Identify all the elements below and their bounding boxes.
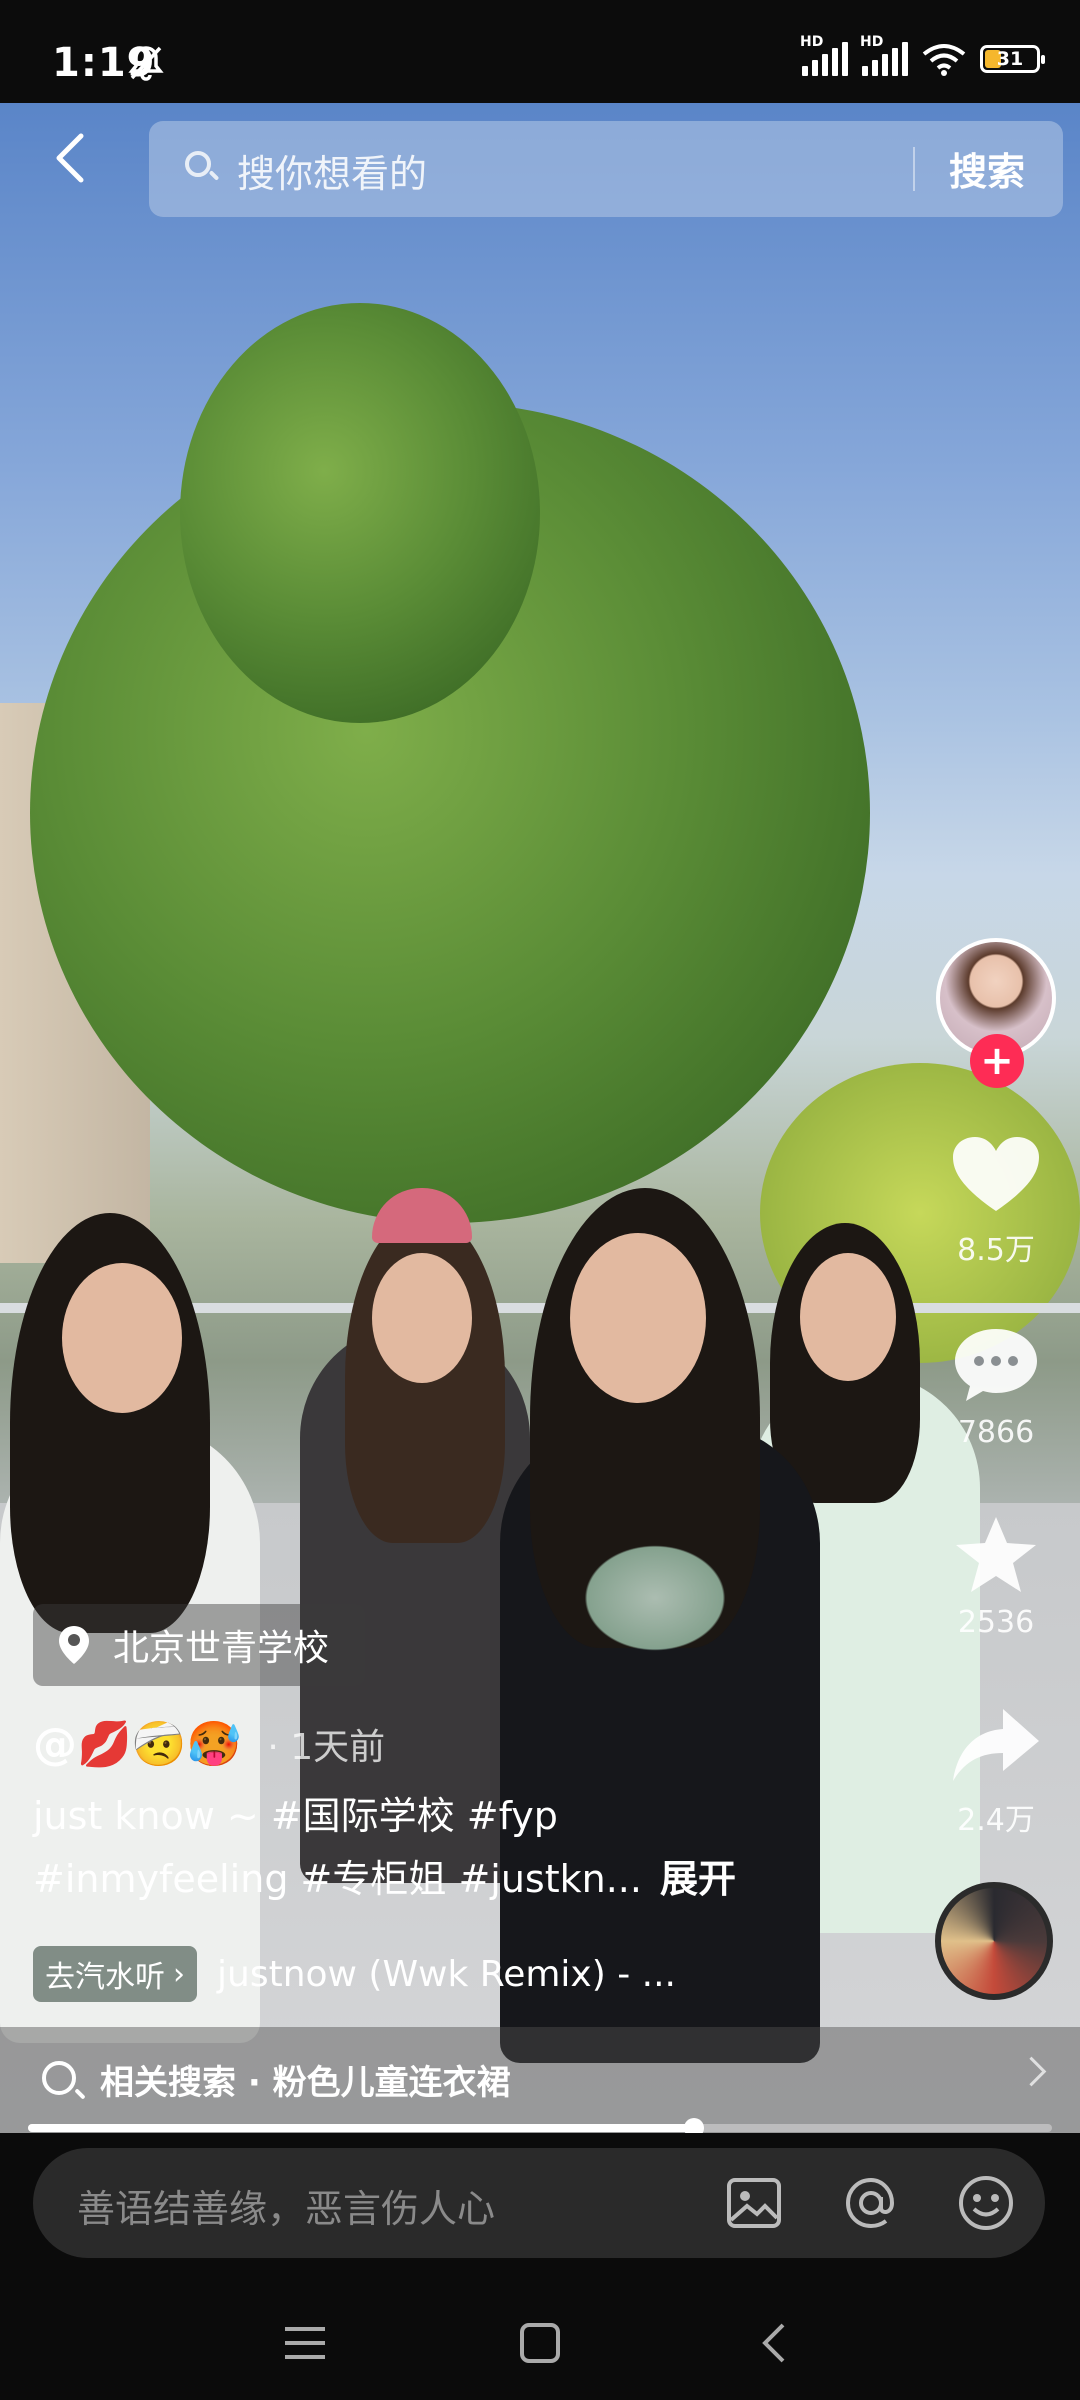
comment-icon xyxy=(955,1329,1037,1401)
comment-count: 7866 xyxy=(957,1415,1035,1450)
image-icon[interactable] xyxy=(723,2172,785,2234)
wifi-icon xyxy=(922,44,966,76)
caption-line-1[interactable]: just know ~ #国际学校 #fyp xyxy=(33,1792,558,1841)
mute-bell-icon xyxy=(128,46,164,81)
plus-icon: + xyxy=(980,1038,1014,1084)
star-icon xyxy=(956,1517,1036,1592)
battery-icon: 31 xyxy=(980,45,1045,73)
music-badge-label: 去汽水听 xyxy=(45,1960,165,1995)
caption-line-2[interactable]: #inmyfeeling #专柜姐 #justkn... 展开 xyxy=(33,1855,736,1904)
search-divider xyxy=(913,147,915,191)
signal-icon-1: HD xyxy=(800,34,848,76)
music-source-badge[interactable]: 去汽水听 › xyxy=(33,1946,197,2002)
signal-icon-2: HD xyxy=(860,34,908,76)
author-handle[interactable]: @💋🤕🥵 xyxy=(33,1718,241,1770)
favorite-count: 2536 xyxy=(957,1605,1035,1640)
video-progress-bar[interactable] xyxy=(28,2118,1052,2138)
bottom-area: 善语结善缘，恶言伤人心 xyxy=(0,2133,1080,2400)
back-icon[interactable] xyxy=(745,2313,805,2373)
shirt-logo xyxy=(575,1538,735,1658)
share-icon xyxy=(953,1709,1039,1781)
back-button[interactable] xyxy=(38,125,104,191)
menu-icon[interactable] xyxy=(275,2313,335,2373)
status-bar: 1:19 HD HD 31 xyxy=(0,0,1080,103)
person-face xyxy=(372,1253,472,1383)
post-time: · 1天前 xyxy=(267,1727,386,1768)
search-icon xyxy=(185,151,211,177)
search-input[interactable]: 搜你想看的 搜索 xyxy=(149,121,1063,217)
person-face xyxy=(62,1263,182,1413)
music-title[interactable]: justnow (Wwk Remix) - ... xyxy=(217,1954,676,1995)
like-count: 8.5万 xyxy=(957,1233,1035,1268)
favorite-button[interactable]: 2536 xyxy=(940,1515,1052,1640)
location-tag[interactable]: 北京世青学校 xyxy=(33,1604,366,1686)
comment-input[interactable]: 善语结善缘，恶言伤人心 xyxy=(33,2148,1045,2258)
related-search-bar[interactable]: 相关搜索 · 粉色儿童连衣裙 xyxy=(0,2027,1080,2133)
follow-button[interactable]: + xyxy=(970,1034,1024,1088)
chevron-right-icon xyxy=(1016,2056,1047,2087)
related-search-label: 相关搜索 · 粉色儿童连衣裙 xyxy=(100,2063,511,2103)
video-progress-fill xyxy=(28,2124,694,2132)
search-button[interactable]: 搜索 xyxy=(949,141,1025,196)
mention-icon[interactable] xyxy=(840,2172,902,2234)
person-face xyxy=(570,1233,706,1403)
heart-icon xyxy=(953,1137,1039,1211)
caption-hashtags[interactable]: #inmyfeeling #专柜姐 #justkn... xyxy=(33,1855,642,1904)
author-name[interactable]: @💋🤕🥵 · 1天前 xyxy=(33,1718,385,1770)
tree xyxy=(180,303,540,723)
music-row[interactable]: 去汽水听 › justnow (Wwk Remix) - ... xyxy=(33,1946,676,2002)
person-face xyxy=(800,1253,896,1381)
location-pin-icon xyxy=(59,1626,89,1664)
chevron-right-icon: › xyxy=(173,1956,185,1992)
back-arrow-icon xyxy=(56,133,84,183)
location-label: 北京世青学校 xyxy=(113,1628,330,1669)
emoji-icon[interactable] xyxy=(955,2172,1017,2234)
share-count: 2.4万 xyxy=(957,1803,1035,1838)
like-button[interactable]: 8.5万 xyxy=(940,1135,1052,1269)
expand-button[interactable]: 展开 xyxy=(660,1855,736,1904)
comment-button[interactable]: 7866 xyxy=(940,1325,1052,1450)
share-button[interactable]: 2.4万 xyxy=(940,1705,1052,1839)
comment-placeholder: 善语结善缘，恶言伤人心 xyxy=(77,2187,496,2231)
search-placeholder: 搜你想看的 xyxy=(237,152,428,196)
music-disc[interactable] xyxy=(935,1882,1053,2000)
top-bar: 搜你想看的 搜索 xyxy=(0,103,1080,233)
home-icon[interactable] xyxy=(510,2313,570,2373)
system-nav-bar xyxy=(0,2283,1080,2400)
search-icon xyxy=(42,2061,76,2095)
